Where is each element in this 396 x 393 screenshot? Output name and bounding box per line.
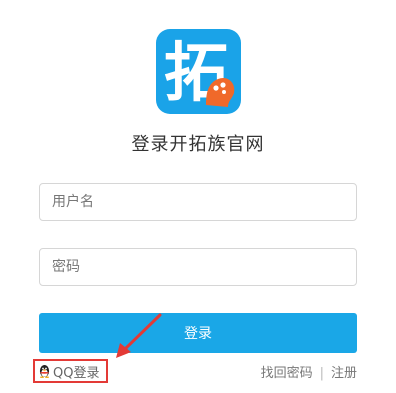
username-input[interactable]: [40, 184, 356, 220]
forgot-password-link[interactable]: 找回密码: [261, 362, 313, 381]
qq-login-link[interactable]: QQ登录: [33, 359, 108, 383]
page-title: 登录开拓族官网: [131, 134, 265, 155]
username-field[interactable]: [39, 183, 357, 221]
password-field[interactable]: [39, 248, 357, 286]
password-input[interactable]: [40, 249, 356, 285]
link-separator: |: [319, 366, 324, 381]
app-logo: 拓: [156, 29, 241, 114]
qq-login-label: QQ登录: [53, 365, 100, 381]
qq-penguin-icon: [39, 365, 50, 378]
tuozu-logo-icon: 拓: [156, 29, 241, 114]
footer-links: 找回密码 | 注册: [261, 362, 357, 381]
login-button[interactable]: 登录: [39, 313, 357, 353]
register-link[interactable]: 注册: [331, 362, 357, 381]
